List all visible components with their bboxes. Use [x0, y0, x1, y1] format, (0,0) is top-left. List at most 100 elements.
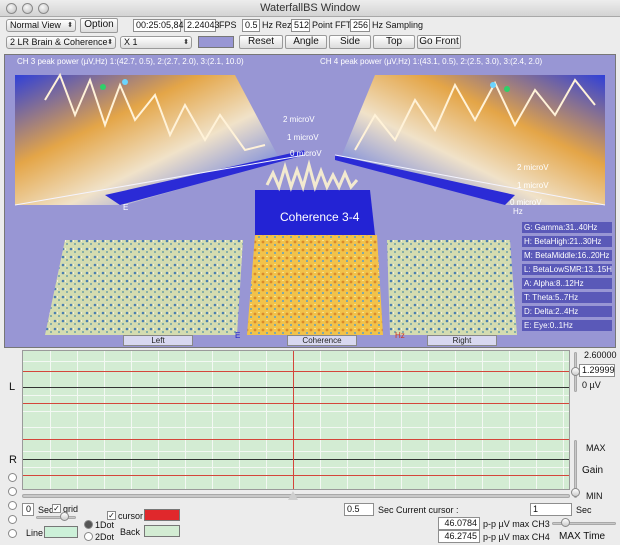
left-scale-label-2: 2 microV [283, 115, 315, 124]
cursor-checkbox[interactable]: ✓ [107, 511, 116, 520]
ch4-max-field[interactable]: 46.2745 [438, 530, 480, 543]
right-scale-label-1: 1 microV [517, 181, 549, 190]
time-slider-thumb[interactable] [288, 491, 298, 500]
sampling-label: Hz Sampling [372, 20, 424, 30]
grid-line [23, 427, 569, 428]
right-baseline [23, 459, 569, 460]
scale-value-field[interactable]: 1.29999 [579, 364, 615, 377]
line-width-slider-knob[interactable] [60, 512, 69, 521]
band-legend-delta: D: Delta:2..4Hz [522, 306, 612, 317]
grid-checkbox[interactable]: ✓ [52, 504, 61, 513]
line-color-swatch[interactable] [44, 526, 78, 538]
grid-line [23, 451, 569, 452]
scale-slider-knob[interactable] [571, 367, 580, 376]
right-channel-label: R [9, 454, 17, 466]
waterfall-3d-view[interactable]: CH 3 peak power (µV,Hz) 1:(42.7, 0.5), 2… [4, 54, 616, 348]
right-scale-label-2: 2 microV [517, 163, 549, 172]
line-width-slider-track[interactable] [36, 516, 76, 519]
window-title: WaterfallBS Window [260, 2, 360, 14]
view-select-value: Normal View [10, 20, 61, 30]
grid-line [23, 361, 569, 362]
mode-select[interactable]: 2 LR Brain & Coherence ⬍ [6, 36, 116, 49]
dot1-radio[interactable] [84, 520, 93, 529]
radio-option-3[interactable] [8, 501, 17, 510]
dot1-label: 1Dot [95, 520, 115, 530]
scale-select-value: X 1 [124, 37, 138, 47]
option-button[interactable]: Option [80, 18, 118, 33]
band-legend-betalow: L: BetaLowSMR:13..15Hz [522, 264, 612, 275]
gain-label: Gain [582, 465, 604, 476]
background-color-swatch[interactable] [198, 36, 234, 48]
max-time-slider-knob[interactable] [561, 518, 570, 527]
angle-button[interactable]: Angle [285, 35, 327, 49]
coherence-panel-label: Coherence [287, 335, 357, 346]
reset-button[interactable]: Reset [239, 35, 283, 49]
radio-option-5[interactable] [8, 529, 17, 538]
chevron-updown-icon: ⬍ [67, 22, 73, 29]
view-select[interactable]: Normal View ⬍ [6, 19, 76, 32]
fft-field[interactable]: 512 [291, 19, 310, 32]
mode-select-value: 2 LR Brain & Coherence [10, 37, 108, 47]
sec-start-field[interactable]: 0 [22, 503, 34, 516]
left-baseline [23, 387, 569, 388]
right-scale-label-0: 0 microV [510, 198, 542, 207]
fps-label: FPS [219, 20, 237, 30]
left-channel-label: L [9, 381, 16, 393]
sec-right-label: Sec [576, 505, 592, 515]
grid-line [23, 395, 569, 396]
title-bar: WaterfallBS Window [0, 0, 620, 17]
left-e-axis-label: E [123, 203, 129, 212]
back-color-swatch[interactable] [144, 525, 180, 537]
marker-icon [490, 82, 496, 88]
time-field[interactable]: 00:25:05,847 [133, 19, 189, 32]
ch4-max-label: p-p µV max CH4 [483, 532, 550, 542]
current-cursor-label: Sec Current cursor : [378, 505, 459, 515]
left-lower-threshold-line [23, 403, 569, 404]
gain-slider-knob[interactable] [571, 488, 580, 497]
band-legend-theta: T: Theta:5..7Hz [522, 292, 612, 303]
radio-option-2[interactable] [8, 487, 17, 496]
sec-value-field[interactable]: 0.5 [344, 503, 374, 516]
zero-microvolt-label: 0 µV [582, 380, 601, 390]
bottom-e-axis-label: E [235, 331, 241, 340]
coherence-spectrogram-panel [247, 235, 383, 335]
gain-max-label: MAX [586, 443, 606, 453]
top-button[interactable]: Top [373, 35, 415, 49]
fps-field[interactable]: 2.24043 [184, 19, 220, 32]
left-panel-label: Left [123, 335, 193, 346]
sampling-field[interactable]: 256 [350, 19, 370, 32]
marker-icon [504, 86, 510, 92]
cursor-line[interactable] [293, 351, 294, 489]
side-button[interactable]: Side [329, 35, 371, 49]
band-legend-gamma: G: Gamma:31..40Hz [522, 222, 612, 233]
signal-graph[interactable] [22, 350, 570, 490]
left-upper-threshold-line [23, 371, 569, 372]
line-label: Line [26, 528, 44, 538]
scale-select[interactable]: X 1 ⬍ [120, 36, 192, 49]
waterfall-window: WaterfallBS Window Normal View ⬍ Option 0… [0, 0, 620, 545]
chevron-updown-icon: ⬍ [183, 39, 189, 46]
radio-option-4[interactable] [8, 515, 17, 524]
left-spectrogram-panel [45, 240, 243, 335]
coherence-peaks [265, 159, 359, 193]
radio-option-1[interactable] [8, 473, 17, 482]
ch4-peak-caption: CH 4 peak power (µV,Hz) 1:(43.1, 0.5), 2… [320, 57, 543, 66]
right-waterfall-surface [340, 75, 605, 205]
marker-icon [100, 84, 106, 90]
ch3-max-field[interactable]: 46.0784 [438, 517, 480, 530]
grid-line [23, 411, 569, 412]
ch3-max-label: p-p µV max CH3 [483, 519, 550, 529]
fft-label: Point FFT [312, 20, 352, 30]
sec-right-field[interactable]: 1 [530, 503, 572, 516]
marker-icon [122, 79, 128, 85]
hz-rez-field[interactable]: 0.5 [242, 19, 260, 32]
go-front-button[interactable]: Go Front [417, 35, 461, 49]
dot2-radio[interactable] [84, 532, 93, 541]
band-legend-alpha: A: Alpha:8..12Hz [522, 278, 612, 289]
dot2-label: 2Dot [95, 532, 115, 542]
cursor-color-swatch[interactable] [144, 509, 180, 521]
right-hz-axis-label: Hz [513, 207, 523, 216]
right-lower-threshold-line [23, 475, 569, 476]
right-spectrogram-panel [387, 240, 517, 335]
ch3-peak-caption: CH 3 peak power (µV,Hz) 1:(42.7, 0.5), 2… [17, 57, 244, 66]
